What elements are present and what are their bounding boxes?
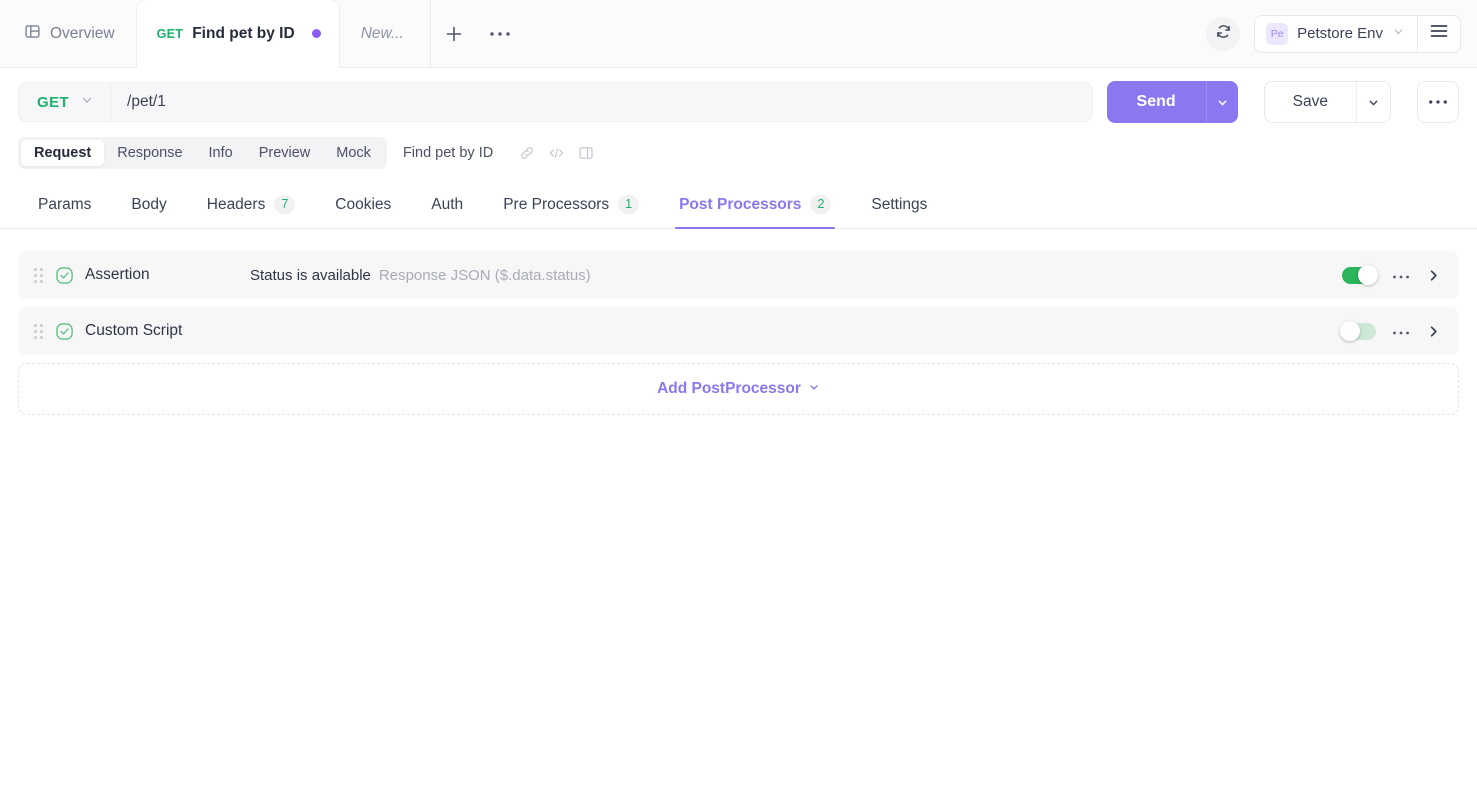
processor-name: Custom Script [85, 322, 183, 339]
request-tabs: GET Find pet by ID New... [136, 0, 431, 68]
processor-expand-button[interactable] [1426, 324, 1441, 339]
request-tab-find-pet-by-id[interactable]: GET Find pet by ID [136, 0, 339, 68]
processor-source: Response JSON ($.data.status) [378, 266, 591, 284]
request-name-label: Find pet by ID [402, 145, 494, 161]
tab-cookies-label: Cookies [335, 196, 392, 213]
layout-panel-icon [24, 23, 41, 45]
segment-info[interactable]: Info [196, 140, 246, 166]
request-more-button[interactable] [1417, 81, 1459, 123]
tab-headers-label: Headers [206, 195, 266, 213]
processor-enable-toggle[interactable] [1342, 265, 1378, 285]
tab-title: Find pet by ID [192, 24, 295, 42]
tab-headers-badge: 7 [274, 195, 296, 214]
tab-auth[interactable]: Auth [411, 184, 483, 228]
tab-pre-processors-label: Pre Processors [503, 195, 610, 213]
add-postprocessor-button[interactable]: Add PostProcessor [18, 363, 1459, 415]
chevron-down-icon [808, 380, 820, 398]
tab-pre-processors[interactable]: Pre Processors 1 [483, 183, 659, 228]
tab-params-label: Params [38, 196, 92, 213]
send-options-button[interactable] [1205, 81, 1238, 123]
request-section-tabs: Params Body Headers 7 Cookies Auth Pre P… [0, 183, 1477, 229]
segment-request[interactable]: Request [21, 140, 105, 166]
tab-auth-label: Auth [431, 196, 464, 213]
refresh-button[interactable] [1206, 16, 1241, 51]
processor-expand-button[interactable] [1426, 268, 1441, 283]
topbar-right-controls: Pe Petstore Env [1206, 0, 1477, 67]
drag-handle-icon[interactable] [34, 267, 43, 283]
url-input[interactable] [111, 93, 1092, 111]
processor-row-controls [1342, 265, 1447, 285]
tab-post-processors-badge: 2 [810, 195, 832, 214]
drag-handle-icon[interactable] [34, 323, 43, 339]
add-tab-button[interactable] [431, 0, 477, 67]
environment-menu-button[interactable] [1418, 24, 1460, 43]
tab-method-label: GET [156, 26, 184, 41]
tab-cookies[interactable]: Cookies [315, 184, 411, 228]
tab-pre-processors-badge: 1 [618, 195, 640, 214]
link-icon[interactable] [519, 145, 535, 161]
tab-more-button[interactable] [477, 0, 523, 67]
environment-name: Petstore Env [1297, 25, 1383, 42]
environment-selector[interactable]: Pe Petstore Env [1254, 14, 1461, 53]
view-mode-segmented-control: Request Response Info Preview Mock [18, 137, 387, 169]
new-tab-placeholder[interactable]: New... [339, 0, 431, 67]
tab-headers[interactable]: Headers 7 [187, 183, 316, 228]
save-button[interactable]: Save [1265, 82, 1356, 122]
tab-body-label: Body [131, 196, 167, 213]
refresh-icon [1215, 23, 1232, 45]
tab-settings[interactable]: Settings [851, 184, 947, 228]
processor-description: Status is available Response JSON ($.dat… [250, 267, 591, 284]
tab-settings-label: Settings [871, 196, 928, 213]
segment-mock[interactable]: Mock [323, 140, 384, 166]
processor-more-button[interactable] [1392, 325, 1410, 336]
request-url-row: GET Send Save [0, 68, 1477, 133]
check-circle-icon[interactable] [55, 322, 74, 341]
unsaved-indicator-dot[interactable] [311, 29, 321, 38]
processor-more-button[interactable] [1392, 269, 1410, 280]
view-mode-row: Request Response Info Preview Mock Find … [0, 133, 1477, 169]
post-processor-list: Assertion Status is available Response J… [0, 229, 1477, 355]
processor-row-custom-script[interactable]: Custom Script [18, 307, 1459, 355]
split-panel-icon[interactable] [578, 145, 594, 161]
overview-tab[interactable]: Overview [0, 0, 137, 67]
send-button[interactable]: Send [1106, 81, 1206, 123]
check-circle-icon[interactable] [55, 266, 74, 285]
environment-avatar: Pe [1266, 22, 1289, 45]
segment-response[interactable]: Response [104, 140, 195, 166]
add-postprocessor-label: Add PostProcessor [657, 380, 801, 397]
overview-tab-label: Overview [50, 24, 115, 42]
tab-body[interactable]: Body [111, 184, 186, 228]
hamburger-icon [1430, 24, 1448, 43]
processor-enable-toggle[interactable] [1340, 321, 1376, 341]
chevron-down-icon [1392, 25, 1405, 43]
processor-condition: Status is available [250, 266, 371, 284]
processor-name: Assertion [85, 266, 150, 283]
top-tab-bar: Overview GET Find pet by ID New... Pe Pe… [0, 0, 1477, 68]
tab-post-processors-label: Post Processors [679, 195, 802, 213]
save-options-button[interactable] [1356, 82, 1390, 122]
method-select[interactable]: GET [19, 93, 110, 112]
tab-params[interactable]: Params [18, 184, 111, 228]
segment-preview[interactable]: Preview [246, 140, 324, 166]
save-button-group: Save [1263, 81, 1391, 123]
method-select-value: GET [37, 93, 70, 111]
tab-post-processors[interactable]: Post Processors 2 [659, 183, 851, 229]
send-button-group: Send [1106, 81, 1238, 123]
request-action-icons [519, 145, 594, 161]
url-bar: GET [18, 82, 1093, 122]
processor-row-controls [1340, 321, 1447, 341]
chevron-down-icon [80, 93, 94, 112]
environment-current[interactable]: Pe Petstore Env [1255, 22, 1417, 45]
code-icon[interactable] [548, 145, 565, 161]
processor-row-assertion[interactable]: Assertion Status is available Response J… [18, 251, 1459, 299]
new-tab-label: New... [360, 24, 404, 42]
